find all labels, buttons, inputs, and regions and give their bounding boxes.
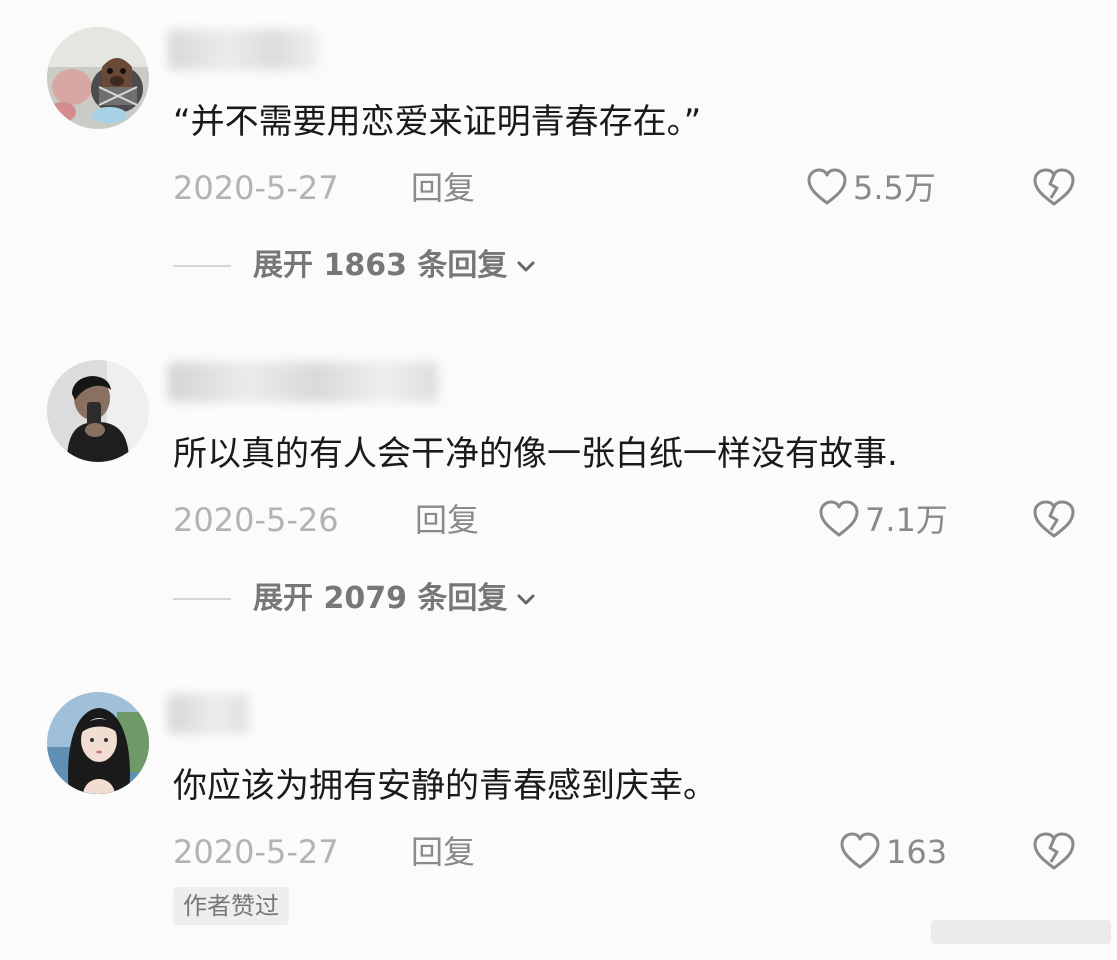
comment-text: 你应该为拥有安静的青春感到庆幸。 [173,766,717,806]
broken-heart-icon [1033,832,1075,870]
chevron-down-icon [517,261,535,272]
comment-text: 所以真的有人会干净的像一张白纸一样没有故事. [173,434,898,474]
like-count: 163 [886,833,948,871]
comment-date: 2020-5-27 [173,169,339,207]
expand-replies-label: 展开 1863 条回复 [253,248,508,283]
broken-heart-icon [1033,168,1075,206]
username-blurred[interactable] [168,362,438,402]
heart-outline-icon [840,832,880,869]
like-count: 5.5万 [853,169,936,207]
reply-button[interactable]: 回复 [411,830,475,874]
reply-button[interactable]: 回复 [411,166,475,210]
comment-meta: 2020-5-27 回复 163 [173,830,1077,874]
expand-replies-label: 展开 2079 条回复 [253,581,508,616]
author-liked-badge: 作者赞过 [173,887,289,925]
watermark-logo [931,920,1111,944]
dislike-button[interactable] [1031,830,1077,874]
heart-outline-icon [807,168,847,205]
dislike-button[interactable] [1031,498,1077,542]
comment-meta: 2020-5-26 回复 7.1万 [173,498,1077,542]
dog-avatar-image [47,27,149,129]
comment-date: 2020-5-27 [173,833,339,871]
expand-replies-button[interactable]: 展开 1863 条回复 [173,244,539,288]
reply-button[interactable]: 回复 [415,498,479,542]
chevron-down-icon [517,594,535,605]
girl-avatar-image [47,692,149,794]
avatar[interactable] [47,360,149,462]
divider-line [173,265,231,267]
heart-outline-icon [819,500,859,537]
like-button[interactable]: 7.1万 [817,498,948,542]
divider-line [173,598,231,600]
avatar[interactable] [47,692,149,794]
expand-replies-button[interactable]: 展开 2079 条回复 [173,577,539,621]
comment-date: 2020-5-26 [173,501,339,539]
like-count: 7.1万 [865,501,948,539]
avatar[interactable] [47,27,149,129]
username-blurred[interactable] [168,30,318,70]
like-button[interactable]: 163 [838,830,947,874]
comment-text: “并不需要用恋爱来证明青春存在。” [173,102,702,142]
username-blurred[interactable] [168,694,248,734]
comment-meta: 2020-5-27 回复 5.5万 [173,166,1077,210]
person-avatar-image [47,360,149,462]
like-button[interactable]: 5.5万 [805,166,936,210]
dislike-button[interactable] [1031,166,1077,210]
broken-heart-icon [1033,500,1075,538]
